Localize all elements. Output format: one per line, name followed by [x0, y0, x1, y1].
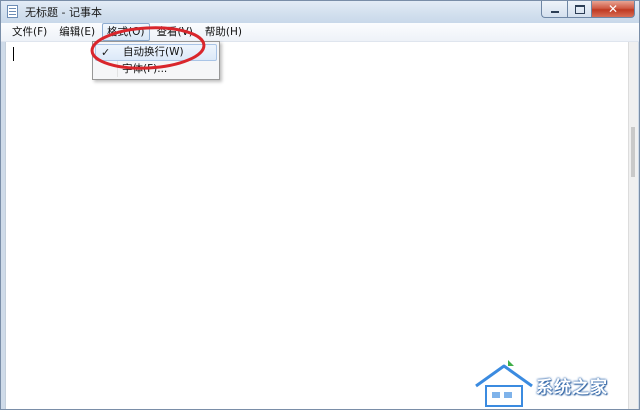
close-icon: ✕ — [607, 2, 619, 16]
notepad-icon — [7, 5, 18, 18]
menu-view[interactable]: 查看(V) — [152, 23, 198, 41]
text-caret — [13, 47, 14, 61]
minimize-icon — [550, 11, 559, 13]
caption-buttons: ✕ — [541, 1, 635, 19]
menu-item-font[interactable]: 字体(F)... — [95, 62, 217, 79]
font-label: 字体(F)... — [122, 63, 168, 75]
title-bar[interactable]: 无标题 - 记事本 ✕ — [1, 1, 639, 23]
menu-item-word-wrap[interactable]: ✓ 自动换行(W) — [95, 44, 217, 61]
word-wrap-label: 自动换行(W) — [123, 46, 184, 58]
menu-bar: 文件(F) 编辑(E) 格式(O) 查看(V) 帮助(H) — [1, 23, 639, 42]
maximize-icon — [574, 4, 585, 14]
watermark: 系统之家 — [470, 356, 640, 410]
format-menu-dropdown: ✓ 自动换行(W) 字体(F)... — [92, 41, 220, 80]
vertical-scrollbar[interactable] — [628, 42, 638, 409]
menu-edit[interactable]: 编辑(E) — [54, 23, 100, 41]
checkmark-icon: ✓ — [101, 46, 111, 59]
watermark-text: 系统之家 — [536, 378, 608, 398]
maximize-button[interactable] — [567, 1, 592, 18]
house-logo-icon — [474, 360, 534, 407]
text-editor[interactable] — [5, 42, 630, 409]
notepad-window: 无标题 - 记事本 ✕ 文件(F) 编辑(E) 格式(O) 查看(V) 帮助(H… — [0, 0, 640, 410]
window-title: 无标题 - 记事本 — [25, 6, 102, 19]
minimize-button[interactable] — [541, 1, 567, 18]
menu-format[interactable]: 格式(O) — [102, 23, 150, 41]
menu-help[interactable]: 帮助(H) — [200, 23, 247, 41]
menu-file[interactable]: 文件(F) — [7, 23, 52, 41]
close-button[interactable]: ✕ — [592, 1, 635, 18]
